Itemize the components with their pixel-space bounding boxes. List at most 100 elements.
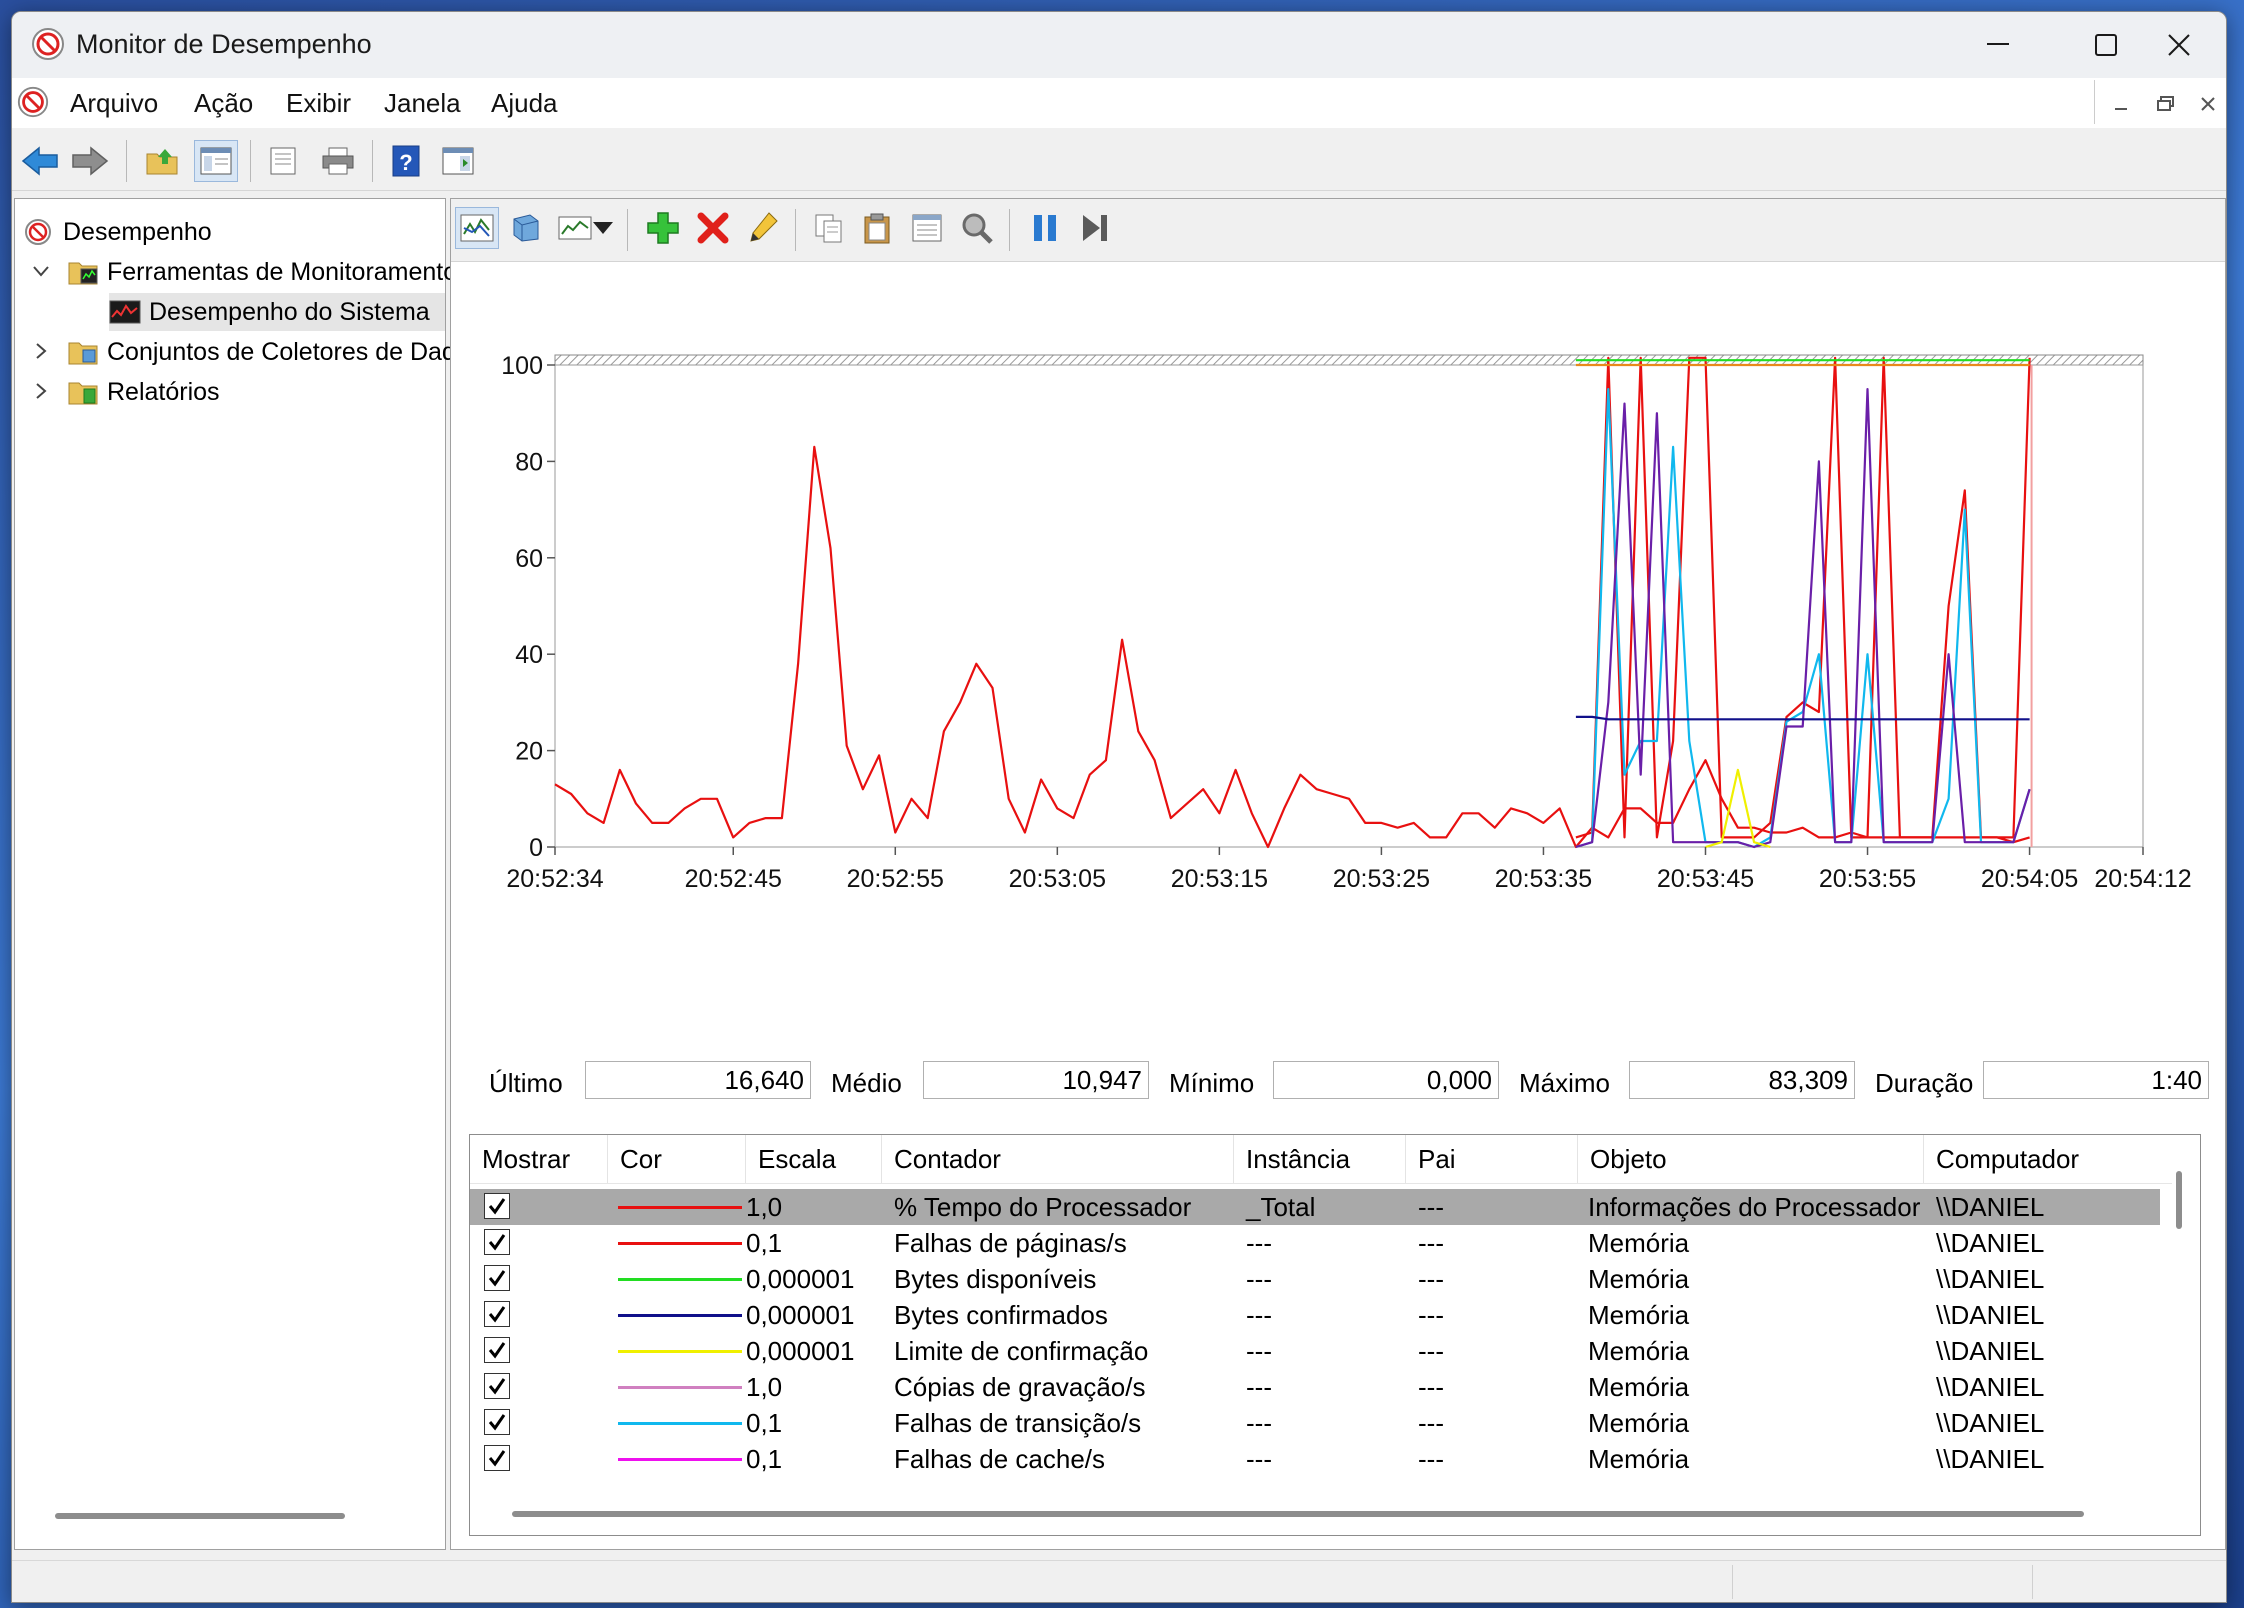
- y-tick-label: 0: [529, 834, 543, 862]
- performance-line-chart[interactable]: 0 20 40 60 80 100 20:52:34 20:52:45 20:52:55 20:5…: [451, 261, 2225, 911]
- print-button[interactable]: [316, 140, 360, 182]
- freeze-display-button[interactable]: [1023, 207, 1067, 249]
- tree-item-desempenho-sistema[interactable]: Desempenho do Sistema: [109, 293, 445, 331]
- properties-button[interactable]: [905, 207, 949, 249]
- x-tick-label: 20:53:55: [1819, 865, 1916, 893]
- col-objeto[interactable]: Objeto: [1578, 1135, 1924, 1183]
- copy-properties-button[interactable]: [807, 207, 851, 249]
- view-log-data-button[interactable]: [503, 207, 547, 249]
- col-mostrar[interactable]: Mostrar: [470, 1135, 608, 1183]
- mdi-restore-button[interactable]: [2146, 86, 2186, 122]
- legend-row[interactable]: 0,1 Falhas de transição/s --- --- Memória \\D…: [470, 1405, 2160, 1441]
- copy-icon: [815, 214, 842, 243]
- show-checkbox[interactable]: [484, 1265, 510, 1291]
- tree-item-relatorios[interactable]: Relatórios: [67, 373, 220, 411]
- legend-row[interactable]: 0,000001 Bytes confirmados --- --- Memória \\…: [470, 1297, 2160, 1333]
- average-value: 10,947: [923, 1061, 1149, 1099]
- close-button[interactable]: [2132, 12, 2226, 78]
- delete-x-icon: [697, 212, 729, 244]
- last-label: Último: [489, 1068, 563, 1098]
- tree-label: Ferramentas de Monitoramento: [107, 257, 458, 286]
- counter-legend-table: Mostrar Cor Escala Contador Instância Pa…: [469, 1134, 2201, 1536]
- export-list-button[interactable]: [262, 140, 306, 182]
- legend-row[interactable]: 1,0 Cópias de gravação/s --- --- Memória \\DA…: [470, 1369, 2160, 1405]
- update-data-button[interactable]: [1073, 207, 1117, 249]
- perfmon-app-icon: [32, 28, 64, 60]
- legend-row[interactable]: 0,1 Falhas de páginas/s --- --- Memória \\DAN…: [470, 1225, 2160, 1261]
- menu-janela[interactable]: Janela: [384, 88, 461, 119]
- col-cor[interactable]: Cor: [608, 1135, 746, 1183]
- menu-arquivo[interactable]: Arquivo: [70, 88, 158, 119]
- forward-button[interactable]: [68, 140, 112, 182]
- legend-scale: 0,000001: [746, 1264, 855, 1294]
- col-contador[interactable]: Contador: [882, 1135, 1234, 1183]
- tree-item-desempenho[interactable]: Desempenho: [23, 213, 212, 251]
- legend-parent: ---: [1418, 1300, 1444, 1330]
- delete-counter-button[interactable]: [691, 207, 735, 249]
- minimize-button[interactable]: [1944, 12, 2052, 78]
- legend-parent: ---: [1418, 1336, 1444, 1366]
- legend-counter: Bytes confirmados: [894, 1300, 1108, 1330]
- show-checkbox[interactable]: [484, 1301, 510, 1327]
- help-button[interactable]: ?: [384, 140, 428, 182]
- paste-counter-list-button[interactable]: [855, 207, 899, 249]
- legend-vertical-scrollbar[interactable]: [2176, 1171, 2182, 1229]
- menu-ajuda[interactable]: Ajuda: [491, 88, 558, 119]
- show-checkbox[interactable]: [484, 1409, 510, 1435]
- legend-row[interactable]: 0,000001 Limite de confirmação --- --- Memór…: [470, 1333, 2160, 1369]
- col-instancia[interactable]: Instância: [1234, 1135, 1406, 1183]
- zoom-button[interactable]: [955, 207, 999, 249]
- graph-type-dropdown[interactable]: [589, 207, 617, 249]
- view-current-activity-button[interactable]: [455, 207, 499, 249]
- legend-horizontal-scrollbar[interactable]: [512, 1511, 2084, 1517]
- col-escala[interactable]: Escala: [746, 1135, 882, 1183]
- series-line-1[interactable]: [1575, 356, 2031, 839]
- mdi-close-button[interactable]: [2188, 86, 2226, 122]
- legend-object: Memória: [1588, 1228, 1690, 1258]
- legend-counter: Falhas de páginas/s: [894, 1228, 1127, 1258]
- highlight-button[interactable]: [741, 207, 785, 249]
- y-tick-label: 100: [501, 352, 543, 380]
- graph-type-icon: [558, 216, 592, 240]
- paste-icon: [864, 213, 890, 244]
- show-action-pane-button[interactable]: [436, 140, 480, 182]
- show-checkbox[interactable]: [484, 1445, 510, 1471]
- mdi-system-icon[interactable]: [16, 85, 50, 119]
- legend-counter: % Tempo do Processador: [894, 1192, 1192, 1222]
- chevron-right-icon[interactable]: [33, 341, 49, 361]
- color-swatch: [618, 1350, 742, 1353]
- legend-row[interactable]: 0,000001 Bytes disponíveis --- --- Memória \\…: [470, 1261, 2160, 1297]
- menu-acao[interactable]: Ação: [194, 88, 253, 119]
- show-checkbox[interactable]: [484, 1193, 510, 1219]
- console-tree-icon: [200, 147, 232, 175]
- mdi-minimize-button[interactable]: [2102, 86, 2142, 122]
- show-checkbox[interactable]: [484, 1229, 510, 1255]
- add-counter-button[interactable]: [641, 207, 685, 249]
- legend-row[interactable]: 0,1 Falhas de cache/s --- --- Memória \\DANIE…: [470, 1441, 2160, 1477]
- tree-item-conjuntos[interactable]: Conjuntos de Coletores de Dados: [67, 333, 482, 371]
- tree-item-ferramentas[interactable]: Ferramentas de Monitoramento: [67, 253, 457, 291]
- line-chart-icon: [460, 214, 494, 242]
- color-swatch: [618, 1278, 742, 1281]
- show-checkbox[interactable]: [484, 1373, 510, 1399]
- chevron-right-icon[interactable]: [33, 381, 49, 401]
- back-button[interactable]: [18, 140, 62, 182]
- legend-counter: Cópias de gravação/s: [894, 1372, 1146, 1402]
- up-folder-button[interactable]: [140, 140, 184, 182]
- col-pai[interactable]: Pai: [1406, 1135, 1578, 1183]
- tree-label: Desempenho do Sistema: [149, 297, 430, 326]
- chevron-down-icon[interactable]: [31, 263, 51, 279]
- highlighter-icon: [750, 212, 778, 242]
- menu-bar: Arquivo Ação Exibir Janela Ajuda: [12, 78, 2226, 128]
- tree-horizontal-scrollbar[interactable]: [55, 1513, 345, 1519]
- perfmon-icon: [25, 219, 51, 245]
- menu-exibir[interactable]: Exibir: [286, 88, 351, 119]
- show-hide-tree-button[interactable]: [194, 140, 238, 182]
- col-computador[interactable]: Computador: [1924, 1135, 2172, 1183]
- show-checkbox[interactable]: [484, 1337, 510, 1363]
- legend-row[interactable]: 1,0 % Tempo do Processador _Total --- Inform…: [470, 1189, 2160, 1225]
- legend-parent: ---: [1418, 1408, 1444, 1438]
- minimize-icon: [1987, 43, 2009, 45]
- legend-instance: _Total: [1246, 1192, 1316, 1222]
- legend-scale: 0,1: [746, 1444, 783, 1474]
